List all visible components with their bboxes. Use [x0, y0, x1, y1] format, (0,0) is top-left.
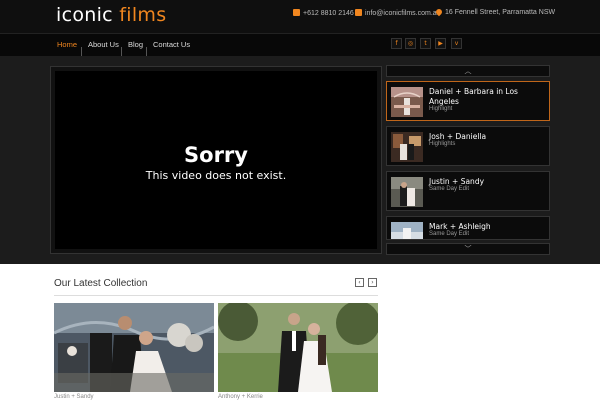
- section-title: Our Latest Collection: [54, 278, 148, 289]
- contact-phone: +612 8810 2146: [293, 9, 354, 17]
- video-player-frame: Sorry This video does not exist.: [50, 66, 382, 254]
- playlist-thumbnail: [391, 87, 423, 117]
- envelope-icon: [355, 9, 362, 16]
- collection-card-caption: Justin + Sandy: [54, 394, 94, 400]
- email-text: info@iconicfilms.com.au: [365, 10, 441, 17]
- facebook-icon[interactable]: f: [391, 38, 402, 49]
- collection-card-image: [218, 303, 378, 392]
- playlist-scroll-up-button[interactable]: ︿: [386, 65, 550, 77]
- playlist-thumbnail: [391, 132, 423, 162]
- collection-card[interactable]: [218, 303, 378, 392]
- playlist-item-subtitle: Highlight: [429, 106, 453, 112]
- video-player[interactable]: Sorry This video does not exist.: [55, 71, 377, 249]
- site-header: iconic films +612 8810 2146 info@iconicf…: [0, 0, 600, 33]
- playlist-scroll-down-button[interactable]: ﹀: [386, 243, 550, 255]
- nav-home[interactable]: Home: [57, 40, 77, 49]
- playlist-thumbnail: [391, 177, 423, 207]
- playlist-item-subtitle: Highlights: [429, 141, 456, 147]
- contact-address: 16 Fennell Street, Parramatta NSW: [434, 7, 556, 17]
- playlist-item-subtitle: Same Day Edit: [429, 231, 470, 237]
- playlist-item-subtitle: Same Day Edit: [429, 186, 470, 192]
- section-divider: [54, 295, 378, 296]
- phone-icon: [293, 9, 300, 16]
- carousel-prev-button[interactable]: ‹: [355, 278, 364, 287]
- nav-divider: [146, 47, 147, 56]
- address-text: 16 Fennell Street, Parramatta NSW: [445, 9, 556, 16]
- playlist-item[interactable]: Justin + Sandy Same Day Edit: [386, 171, 550, 211]
- carousel-next-button[interactable]: ›: [368, 278, 377, 287]
- instagram-icon[interactable]: ◎: [405, 38, 416, 49]
- playlist-item[interactable]: Josh + Daniella Highlights: [386, 126, 550, 166]
- collection-card[interactable]: [54, 303, 214, 392]
- map-pin-icon: [434, 7, 444, 17]
- playlist-item-title: Daniel + Barbara in Los Angeles: [429, 87, 518, 106]
- collection-card-caption: Anthony + Kerrie: [218, 394, 263, 400]
- phone-text: +612 8810 2146: [303, 10, 354, 17]
- logo-word-films: films: [119, 4, 167, 26]
- youtube-icon[interactable]: ▶: [435, 38, 446, 49]
- error-title: Sorry: [184, 143, 248, 167]
- playlist-item[interactable]: Mark + Ashleigh Same Day Edit: [386, 216, 550, 240]
- nav-divider: [81, 47, 82, 56]
- collection-card-image: [54, 303, 214, 392]
- logo-word-iconic: iconic: [56, 4, 113, 26]
- error-message: This video does not exist.: [145, 169, 287, 182]
- contact-email[interactable]: info@iconicfilms.com.au: [355, 9, 441, 17]
- main-nav: Home About Us Blog Contact Us f ◎ t ▶ v: [0, 33, 600, 56]
- nav-blog[interactable]: Blog: [128, 40, 143, 49]
- latest-collection-section: Our Latest Collection ‹ › Justin + Sandy: [0, 264, 600, 400]
- nav-divider: [121, 47, 122, 56]
- playlist-thumbnail: [391, 222, 423, 239]
- vimeo-icon[interactable]: v: [451, 38, 462, 49]
- twitter-icon[interactable]: t: [420, 38, 431, 49]
- nav-contact-us[interactable]: Contact Us: [153, 40, 190, 49]
- site-logo[interactable]: iconic films: [56, 4, 166, 26]
- nav-about-us[interactable]: About Us: [88, 40, 119, 49]
- playlist-item[interactable]: Daniel + Barbara in Los Angeles Highligh…: [386, 81, 550, 121]
